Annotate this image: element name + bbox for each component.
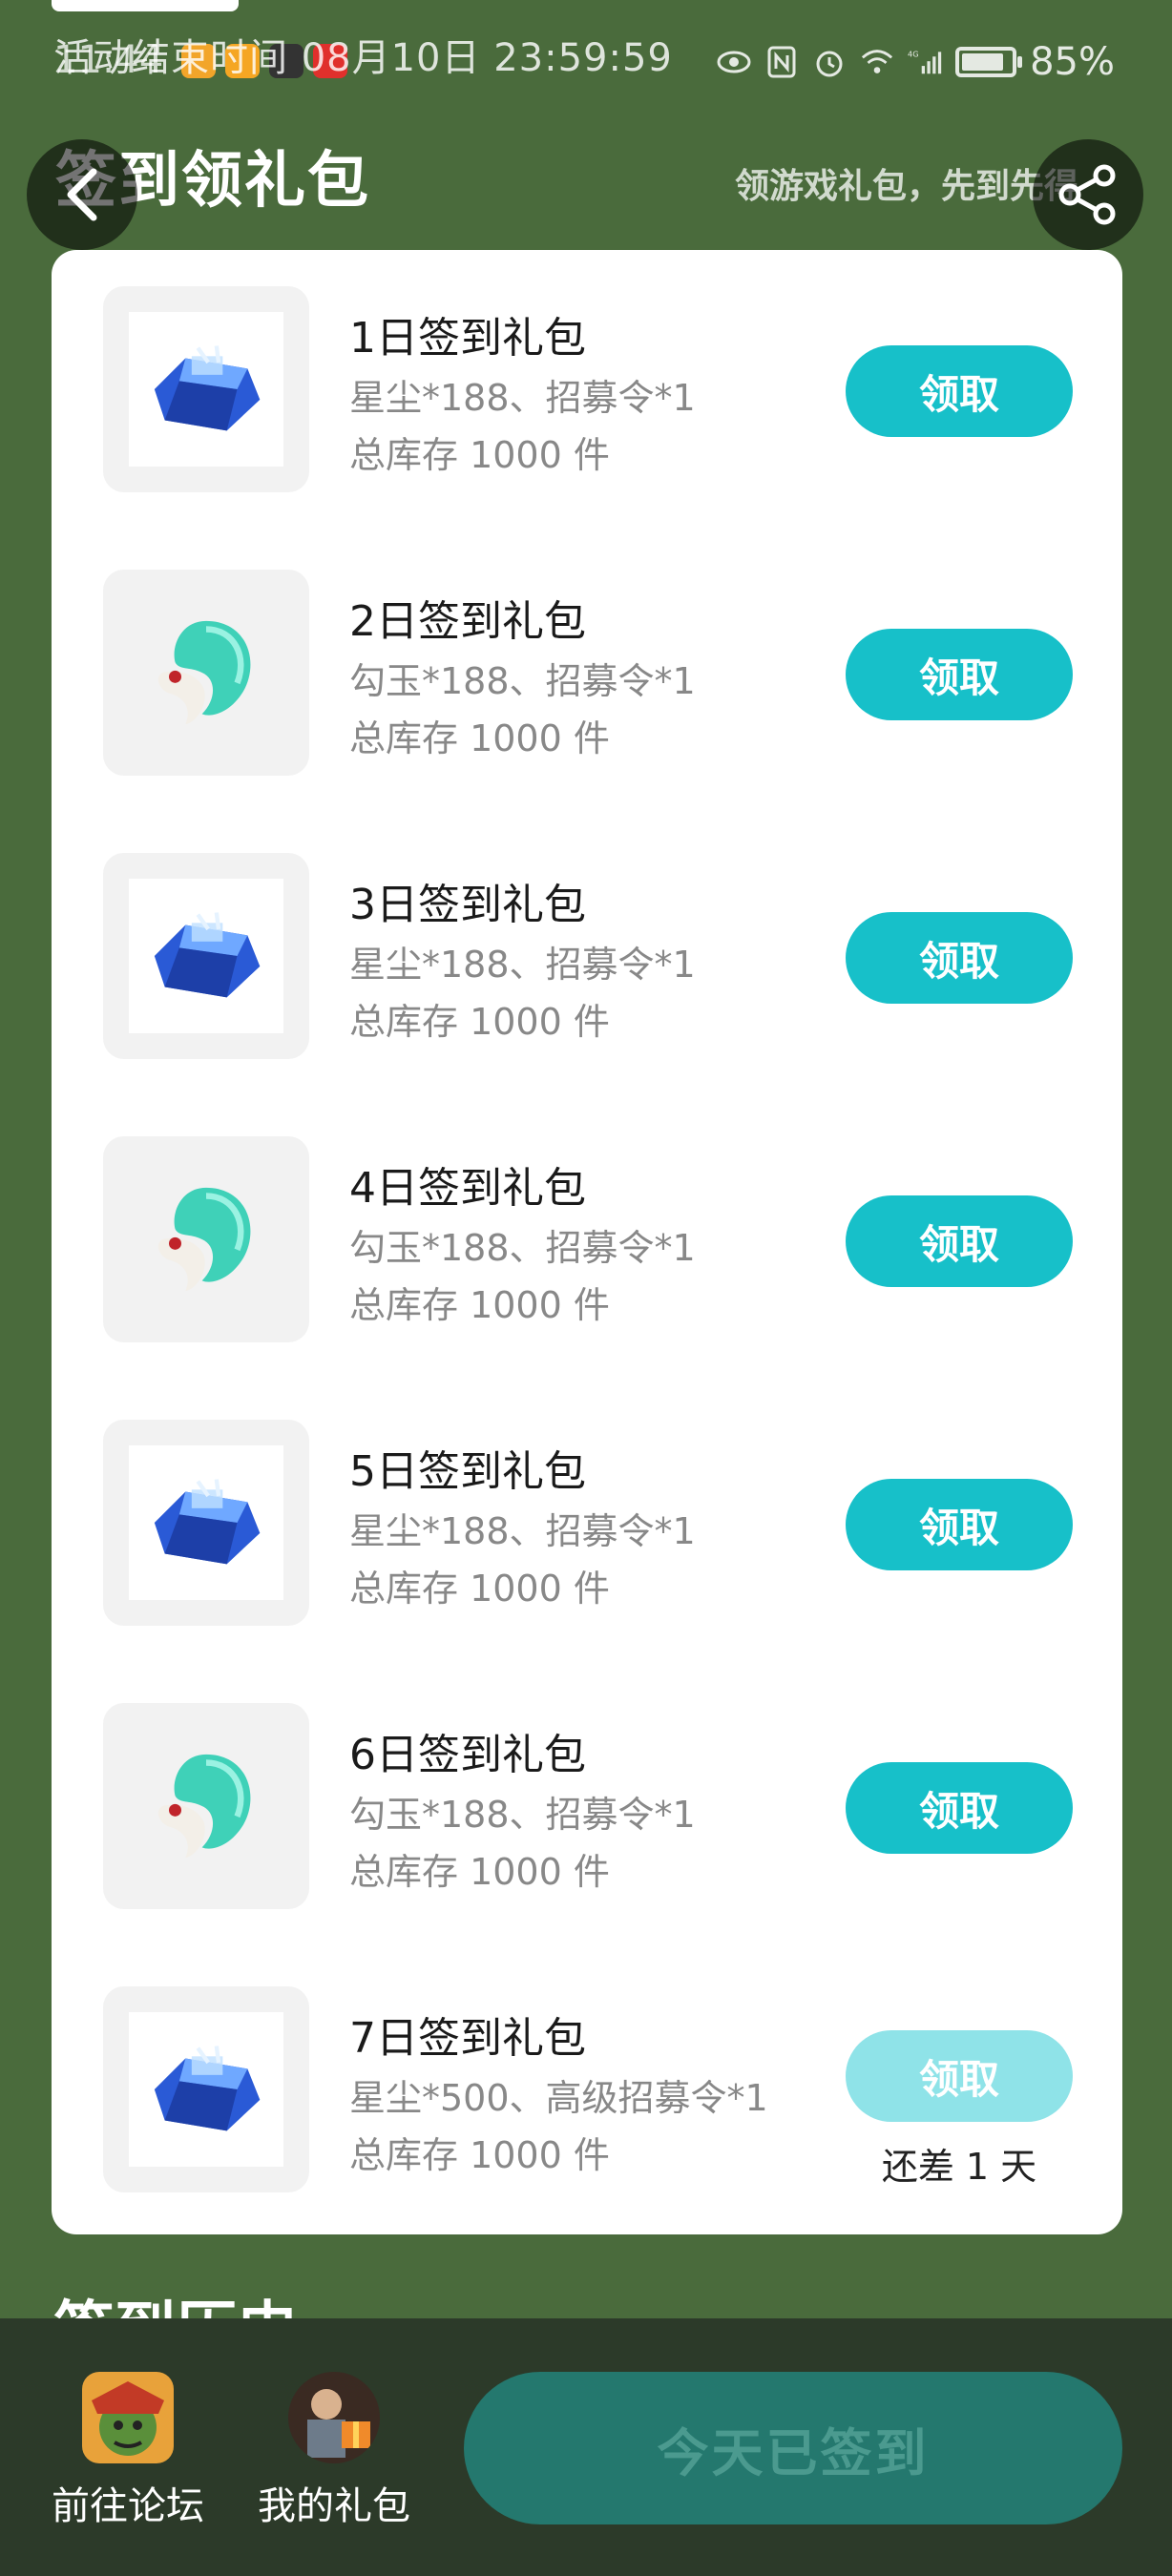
claim-button[interactable]: 领取 [846,912,1073,1004]
gift-list-card: 1日签到礼包 星尘*188、招募令*1 总库存 1000 件领取 2日签到礼包 勾玉*1… [52,250,1122,2234]
gift-contents: 勾玉*188、招募令*1 [349,1794,696,1836]
gift-row: 1日签到礼包星尘*188、招募令*1 总库存 1000 件 领取 [52,250,1122,498]
gift-row: 6日签到礼包勾玉*188、招募令*1 总库存 1000 件 领取 [52,1667,1122,1915]
gift-row: 5日签到礼包星尘*188、招募令*1 总库存 1000 件 领取 [52,1383,1122,1631]
gift-title: 4日签到礼包 [349,1164,586,1213]
gift-row: 4日签到礼包勾玉*188、招募令*1 总库存 1000 件 领取 [52,1100,1122,1348]
magatama-jade-icon [129,1729,283,1883]
gift-title: 1日签到礼包 [349,314,586,363]
forum-nav-item[interactable]: 前往论坛 [32,2372,223,2530]
top-tab-fragment [52,0,239,11]
stardust-crystal-icon [129,1445,283,1600]
page-subtitle: 领游戏礼包，先到先得 [735,167,1079,206]
wifi-icon [860,45,894,79]
gift-avatar-icon [288,2372,380,2463]
gift-thumbnail [103,1986,309,2192]
gift-stock: 总库存 1000 件 [349,1284,610,1326]
back-button[interactable] [27,139,137,250]
battery-icon [955,47,1023,77]
signal-icon: 4G [908,45,942,79]
gift-contents: 勾玉*188、招募令*1 [349,1227,696,1269]
my-gifts-nav-item[interactable]: 我的礼包 [239,2372,429,2530]
claim-button[interactable]: 领取 [846,629,1073,720]
gift-stock: 总库存 1000 件 [349,434,610,476]
gift-thumbnail [103,570,309,776]
gift-title: 7日签到礼包 [349,2014,586,2063]
days-remaining-text: 还差 1 天 [881,2146,1037,2188]
gift-thumbnail [103,1420,309,1626]
gift-contents: 星尘*188、招募令*1 [349,1510,696,1552]
battery-percent: 85% [1030,40,1115,84]
gift-thumbnail [103,286,309,492]
signed-today-button[interactable]: 今天已签到 [464,2372,1122,2524]
share-icon [1058,164,1116,225]
gift-row: 2日签到礼包勾玉*188、招募令*1 总库存 1000 件 领取 [52,533,1122,781]
gift-contents: 勾玉*188、招募令*1 [349,660,696,702]
forum-nav-label: 前往论坛 [52,2484,204,2528]
claim-button[interactable]: 领取 [846,2030,1073,2122]
stardust-crystal-icon [129,2012,283,2167]
claim-button[interactable]: 领取 [846,345,1073,437]
gift-title: 5日签到礼包 [349,1447,586,1496]
page: 11:44 4G 85% 活动结束时间 08月10日 23:59:59 签到领礼… [0,0,1172,2576]
my-gifts-nav-label: 我的礼包 [258,2484,410,2528]
gift-thumbnail [103,853,309,1059]
share-button[interactable] [1033,139,1143,250]
eye-icon [717,45,751,79]
gift-row: 3日签到礼包星尘*188、招募令*1 总库存 1000 件 领取 [52,817,1122,1065]
gift-title: 3日签到礼包 [349,881,586,929]
status-right: 4G 85% [717,40,1115,84]
nfc-icon [764,45,799,79]
gift-stock: 总库存 1000 件 [349,1851,610,1893]
gift-stock: 总库存 1000 件 [349,717,610,759]
alarm-icon [812,45,847,79]
gift-stock: 总库存 1000 件 [349,2134,610,2176]
gift-contents: 星尘*188、招募令*1 [349,944,696,986]
gift-title: 2日签到礼包 [349,597,586,646]
magatama-jade-icon [129,595,283,750]
claim-button[interactable]: 领取 [846,1479,1073,1570]
stardust-crystal-icon [129,879,283,1033]
gift-contents: 星尘*188、招募令*1 [349,377,696,419]
svg-text:4G: 4G [908,49,919,58]
chevron-left-icon [67,168,97,221]
activity-end-time: 活动结束时间 08月10日 23:59:59 [53,36,673,80]
gift-stock: 总库存 1000 件 [349,1001,610,1043]
gift-stock: 总库存 1000 件 [349,1568,610,1610]
forum-game-icon [82,2372,174,2463]
claim-button[interactable]: 领取 [846,1195,1073,1287]
gift-contents: 星尘*500、高级招募令*1 [349,2077,768,2119]
bottom-bar: 前往论坛 我的礼包 今天已签到 [0,2318,1172,2576]
gift-title: 6日签到礼包 [349,1731,586,1779]
claim-button[interactable]: 领取 [846,1762,1073,1854]
gift-thumbnail [103,1703,309,1909]
gift-thumbnail [103,1136,309,1342]
gift-row: 7日签到礼包星尘*500、高级招募令*1 总库存 1000 件 领取还差 1 天 [52,1950,1122,2198]
magatama-jade-icon [129,1162,283,1317]
stardust-crystal-icon [129,312,283,467]
